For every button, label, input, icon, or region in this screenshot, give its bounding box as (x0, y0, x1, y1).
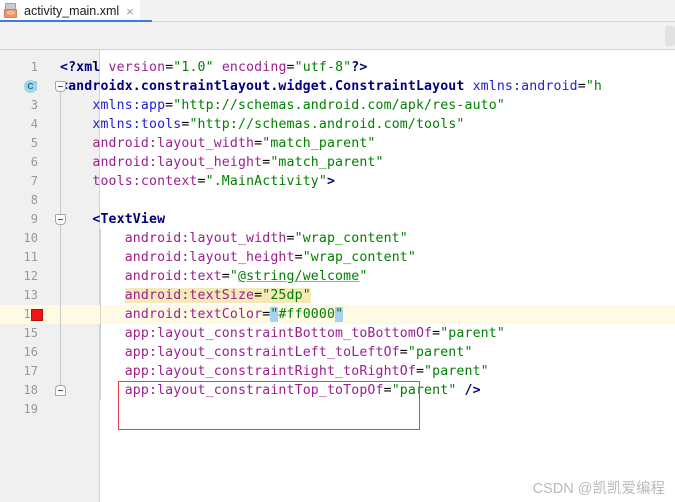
line-number: 17 (23, 364, 38, 378)
line-number: 13 (23, 288, 38, 302)
code-line-text: tools:context=".MainActivity"> (92, 174, 336, 189)
code-line-text: xmlns:app="http://schemas.android.com/ap… (92, 98, 505, 113)
code-line-text: app:layout_constraintRight_toRightOf="pa… (124, 364, 489, 379)
code-line-text: android:textSize="25dp" (124, 288, 311, 303)
code-line-text: app:layout_constraintLeft_toLeftOf="pare… (124, 345, 473, 360)
code-line[interactable]: 19 (0, 400, 675, 419)
line-number: 19 (23, 402, 38, 416)
code-line[interactable]: 3 xmlns:app="http://schemas.android.com/… (0, 96, 675, 115)
code-line-text: android:textColor="#ff0000" (124, 307, 344, 322)
code-line[interactable]: 1 <?xml version="1.0" encoding="utf-8"?> (0, 58, 675, 77)
code-line-text: android:layout_height="match_parent" (92, 155, 384, 170)
class-marker-icon[interactable]: C (24, 80, 37, 93)
line-number: 6 (30, 155, 38, 169)
code-line-text: <?xml version="1.0" encoding="utf-8"?> (60, 60, 368, 75)
code-line[interactable]: 5 android:layout_width="match_parent" (0, 134, 675, 153)
breadcrumb (0, 22, 675, 50)
line-number: 1 (30, 60, 38, 74)
line-number: 18 (23, 383, 38, 397)
horizontal-scrollbar[interactable] (665, 26, 675, 46)
line-number: 10 (23, 231, 38, 245)
line-number: 8 (30, 193, 38, 207)
watermark-text: CSDN @凯凯爱编程 (532, 481, 665, 497)
close-icon[interactable]: × (124, 5, 134, 18)
line-number: 11 (23, 250, 38, 264)
xml-icon-badge: <> (4, 9, 17, 18)
code-line[interactable]: 8 (0, 191, 675, 210)
fold-marker-line-2[interactable] (55, 81, 66, 92)
code-editor[interactable]: 1 <?xml version="1.0" encoding="utf-8"?> 2… (0, 50, 675, 502)
code-line[interactable]: 2<androidx.constraintlayout.widget.Const… (0, 77, 675, 96)
line-number: 7 (30, 174, 38, 188)
fold-marker-line-18[interactable] (55, 385, 66, 396)
code-line[interactable]: 7 tools:context=".MainActivity"> (0, 172, 675, 191)
code-line-text: app:layout_constraintTop_toTopOf="parent… (124, 383, 481, 398)
code-line[interactable]: 17 app:layout_constraintRight_toRightOf=… (0, 362, 675, 381)
code-line-text: <TextView (92, 212, 166, 227)
code-line-text: android:layout_width="match_parent" (92, 136, 376, 151)
bookmark-square-icon[interactable] (31, 309, 43, 321)
code-line[interactable]: 6 android:layout_height="match_parent" (0, 153, 675, 172)
code-line[interactable]: 10 android:layout_width="wrap_content" (0, 229, 675, 248)
line-number: 5 (30, 136, 38, 150)
line-number: 16 (23, 345, 38, 359)
code-line-text: <androidx.constraintlayout.widget.Constr… (60, 79, 603, 94)
code-line[interactable]: 14 android:textColor="#ff0000" (0, 305, 675, 324)
editor-tab-label: activity_main.xml (24, 4, 120, 18)
code-line-text: android:text="@string/welcome" (124, 269, 368, 284)
code-line-text: app:layout_constraintBottom_toBottomOf="… (124, 326, 505, 341)
code-line[interactable]: 15 app:layout_constraintBottom_toBottomO… (0, 324, 675, 343)
code-line[interactable]: 11 android:layout_height="wrap_content" (0, 248, 675, 267)
code-line[interactable]: 13 android:textSize="25dp" (0, 286, 675, 305)
line-number: 15 (23, 326, 38, 340)
code-line-text: android:layout_width="wrap_content" (124, 231, 408, 246)
line-number: 3 (30, 98, 38, 112)
line-number: 12 (23, 269, 38, 283)
code-line-text: xmlns:tools="http://schemas.android.com/… (92, 117, 465, 132)
fold-marker-line-9[interactable] (55, 214, 66, 225)
code-line[interactable]: 9 <TextView (0, 210, 675, 229)
code-line-text: android:layout_height="wrap_content" (124, 250, 416, 265)
code-line[interactable]: 16 app:layout_constraintLeft_toLeftOf="p… (0, 343, 675, 362)
line-number: 4 (30, 117, 38, 131)
xml-file-icon: <> (4, 3, 19, 19)
code-line[interactable]: 4 xmlns:tools="http://schemas.android.co… (0, 115, 675, 134)
line-number: 9 (30, 212, 38, 226)
code-line[interactable]: 12 android:text="@string/welcome" (0, 267, 675, 286)
editor-tab-activity-main-xml[interactable]: <> activity_main.xml × (0, 0, 140, 22)
editor-tab-bar: <> activity_main.xml × (0, 0, 675, 22)
code-text-area[interactable]: 1 <?xml version="1.0" encoding="utf-8"?> 2… (0, 50, 675, 502)
ide-editor-window: <> activity_main.xml × 1 <?xml version="1… (0, 0, 675, 502)
code-line[interactable]: 18 app:layout_constraintTop_toTopOf="par… (0, 381, 675, 400)
